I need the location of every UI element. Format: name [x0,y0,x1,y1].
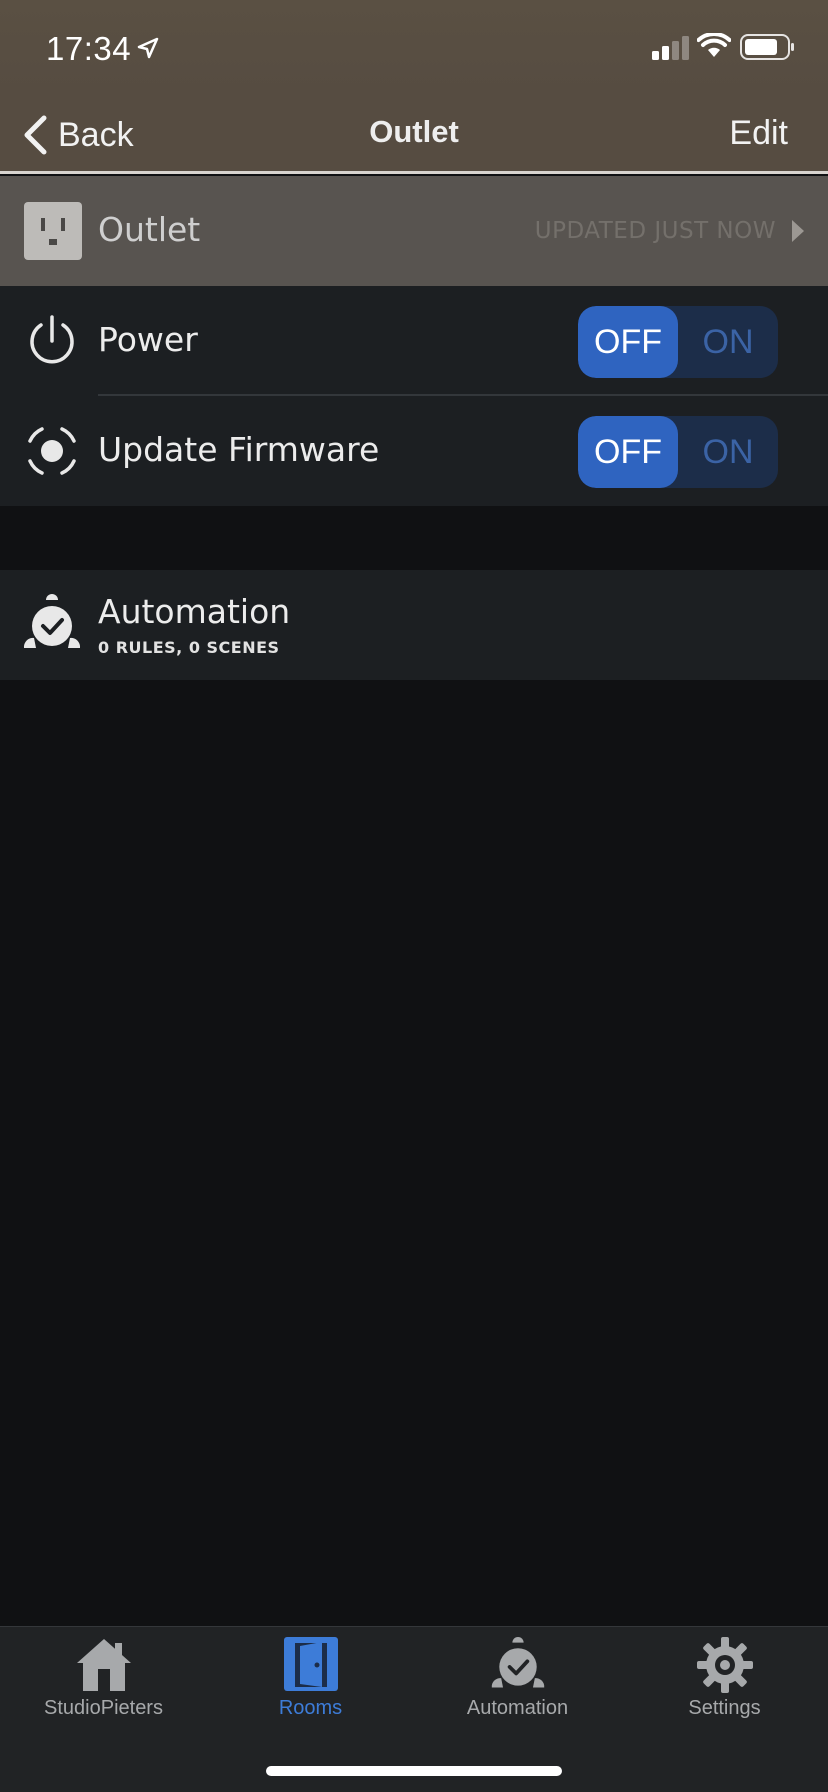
updated-status: UPDATED JUST NOW [534,218,776,244]
status-bar: 17:34 [0,0,828,96]
update-firmware-toggle-off[interactable]: OFF [578,416,678,488]
battery-icon [740,34,794,60]
home-indicator[interactable] [266,1766,562,1776]
tab-label: Rooms [278,1697,343,1719]
power-label: Power [98,320,198,359]
power-toggle[interactable]: OFF ON [578,306,778,378]
controls-section: Power OFF ON Update Firmware OFF ON [0,286,828,506]
automation-subtitle: 0 RULES, 0 SCENES [98,638,280,657]
power-toggle-on[interactable]: ON [678,306,778,378]
outlet-icon [24,202,82,260]
automation-row[interactable]: Automation 0 RULES, 0 SCENES [0,570,828,680]
automation-title: Automation [98,592,291,631]
chevron-right-icon [792,220,804,242]
tab-label: StudioPieters [44,1697,163,1719]
location-arrow-icon [137,37,159,59]
tab-studiopieters[interactable]: StudioPieters [0,1627,207,1737]
alarm-clock-icon [491,1637,544,1688]
house-icon [76,1639,131,1691]
gear-icon [696,1637,753,1693]
tab-automation[interactable]: Automation [414,1627,621,1737]
update-firmware-toggle-on[interactable]: ON [678,416,778,488]
device-header[interactable]: Outlet UPDATED JUST NOW [0,176,828,286]
power-row: Power OFF ON [0,286,828,396]
tab-settings[interactable]: Settings [621,1627,828,1737]
door-icon [283,1637,338,1691]
tab-label: Settings [688,1697,761,1719]
status-time: 17:34 [46,30,132,67]
power-toggle-off[interactable]: OFF [578,306,678,378]
signal-icon [652,36,689,60]
page-title: Outlet [369,114,459,149]
alarm-clock-icon [23,594,81,648]
navigation-bar: Back Outlet Edit [0,96,828,174]
update-firmware-label: Update Firmware [98,430,380,469]
wifi-icon [697,33,731,57]
tab-label: Automation [466,1697,569,1719]
firmware-icon [28,427,76,475]
power-icon [30,315,74,364]
update-firmware-toggle[interactable]: OFF ON [578,416,778,488]
update-firmware-row: Update Firmware OFF ON [0,396,828,506]
edit-button[interactable]: Edit [729,114,788,153]
device-name: Outlet [98,210,201,249]
tab-rooms[interactable]: Rooms [207,1627,414,1737]
